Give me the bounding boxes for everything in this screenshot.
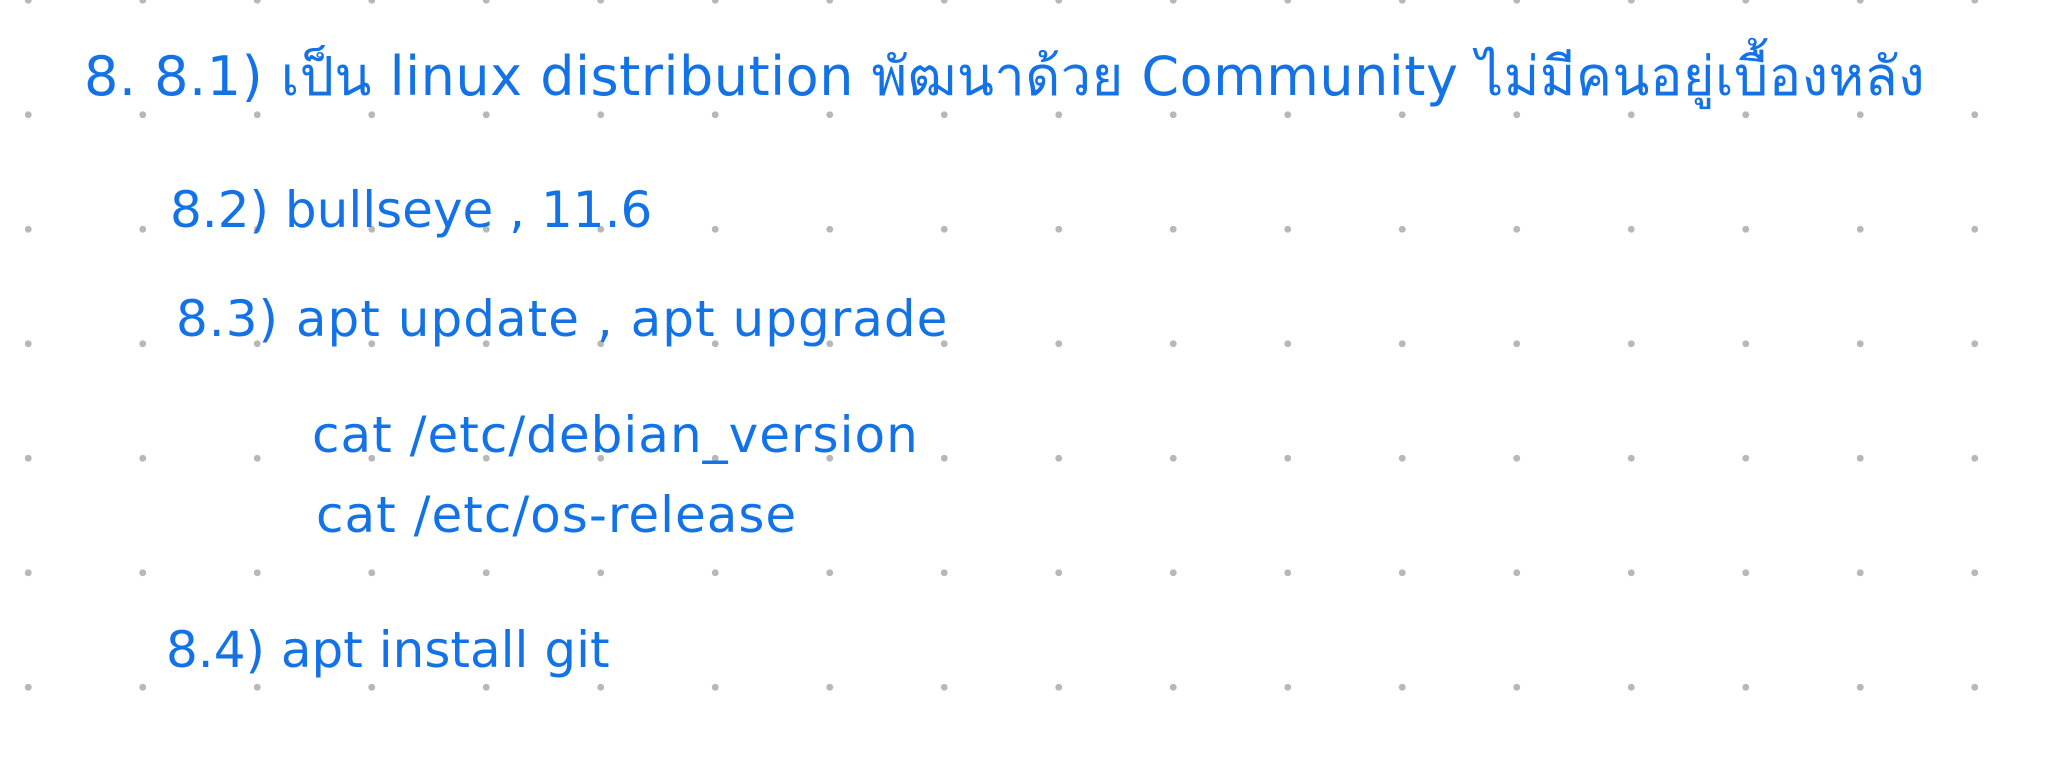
note-line-8-4: 8.4) apt install git <box>166 621 610 679</box>
note-line-8-3: 8.3) apt update , apt upgrade <box>176 290 949 348</box>
dot-grid-note-page: 8. 8.1) เป็น linux distribution พัฒนาด้ว… <box>0 0 2048 770</box>
note-line-8-1: 8. 8.1) เป็น linux distribution พัฒนาด้ว… <box>84 45 1926 108</box>
note-line-debian-version: cat /etc/debian_version <box>312 406 919 464</box>
note-line-os-release: cat /etc/os-release <box>316 486 798 544</box>
note-line-8-2: 8.2) bullseye , 11.6 <box>170 181 653 239</box>
